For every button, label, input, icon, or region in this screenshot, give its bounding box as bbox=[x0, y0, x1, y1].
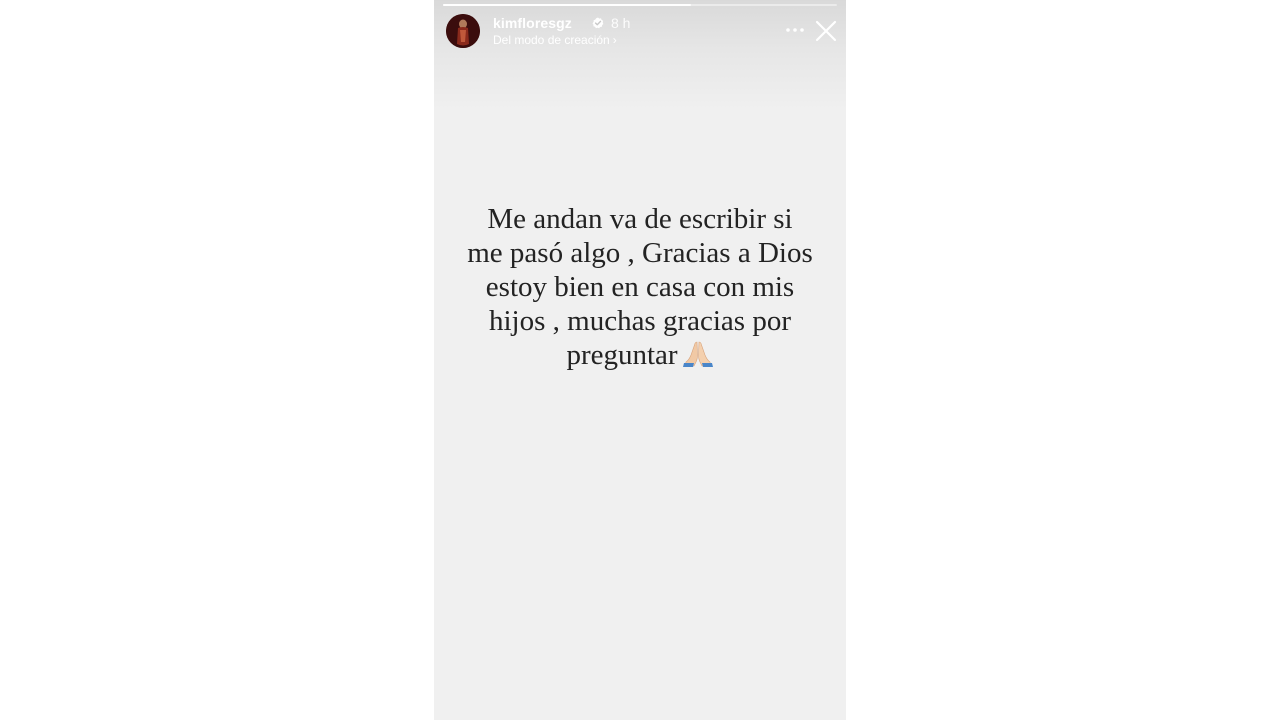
more-dots-icon[interactable] bbox=[784, 22, 806, 38]
create-mode-link[interactable]: Del modo de creación › bbox=[493, 33, 617, 47]
story-text-line: Me andan va de escribir si bbox=[487, 203, 793, 235]
avatar[interactable] bbox=[446, 14, 480, 48]
story-text-last-line: preguntar bbox=[454, 338, 826, 372]
story-text-line: me pasó algo , Gracias a Dios bbox=[467, 237, 813, 269]
story-progress-fill bbox=[443, 4, 692, 6]
chevron-right-icon: › bbox=[612, 33, 617, 47]
verified-badge-icon bbox=[592, 17, 604, 29]
close-icon[interactable] bbox=[814, 19, 838, 43]
avatar-image bbox=[446, 14, 480, 48]
username[interactable]: kimfloresgz bbox=[493, 15, 572, 31]
story-text: Me andan va de escribir si me pasó algo … bbox=[454, 202, 826, 372]
story-text-line: hijos , muchas gracias por bbox=[488, 305, 791, 337]
praying-hands-icon bbox=[682, 341, 713, 367]
post-time: 8 h bbox=[611, 15, 631, 31]
story-viewer[interactable]: kimfloresgz 8 h Del modo de creación › Me… bbox=[434, 0, 846, 720]
story-header: kimfloresgz 8 h Del modo de creación › bbox=[446, 14, 838, 50]
story-progress-bar bbox=[443, 4, 837, 6]
story-text-line: preguntar bbox=[566, 339, 678, 371]
story-text-line: estoy bien en casa con mis bbox=[485, 271, 795, 303]
create-mode-label: Del modo de creación bbox=[493, 33, 610, 47]
